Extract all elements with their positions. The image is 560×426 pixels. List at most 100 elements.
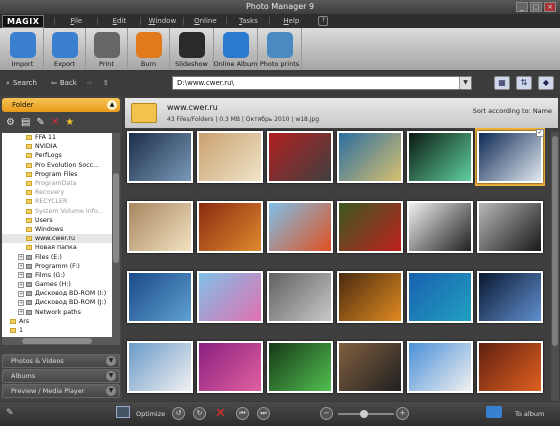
expand-icon[interactable]: ▼ [106, 356, 116, 366]
scroll-thumb[interactable] [22, 338, 92, 344]
favorite-star-icon[interactable]: ★ [65, 117, 74, 128]
new-folder-icon[interactable]: ▤ [21, 117, 30, 128]
tree-item[interactable]: FFA 11 [2, 133, 112, 142]
photo-thumbnail[interactable] [267, 201, 333, 253]
forward-button[interactable]: ⇨ [87, 79, 93, 87]
search-button[interactable]: ⌕ Search [6, 79, 37, 88]
tree-item[interactable]: 1 [2, 326, 112, 335]
tree-item[interactable]: + Дисковод BD-ROM (J:) [2, 298, 112, 307]
tree-item[interactable]: Users [2, 216, 112, 225]
view-mode-icon[interactable]: ▦ [494, 76, 510, 90]
scroll-thumb[interactable] [113, 173, 119, 263]
photo-thumbnail[interactable] [197, 201, 263, 253]
rotate-right-icon[interactable]: ↻ [193, 407, 206, 420]
menu-item-help[interactable]: Help [269, 17, 312, 25]
zoom-out-icon[interactable]: − [320, 407, 333, 420]
thumbnail-cell[interactable] [195, 128, 265, 186]
thumbnail-cell[interactable] [195, 268, 265, 326]
photo-thumbnail[interactable] [127, 271, 193, 323]
photo-thumbnail[interactable] [337, 341, 403, 393]
sort-label[interactable]: Sort according to: Name [473, 107, 552, 115]
zoom-slider[interactable] [338, 410, 394, 418]
tree-item[interactable]: System Volume Info... [2, 207, 112, 216]
tree-item[interactable]: www.cwer.ru [2, 234, 112, 244]
thumbnail-cell[interactable] [265, 338, 335, 396]
tree-item[interactable]: Windows [2, 225, 112, 234]
thumbnail-cell[interactable] [195, 338, 265, 396]
zoom-in-icon[interactable]: + [396, 407, 409, 420]
menu-item-online[interactable]: Online [183, 17, 226, 25]
path-dropdown-icon[interactable]: ▼ [459, 77, 471, 89]
photo-thumbnail[interactable] [197, 341, 263, 393]
delete-icon[interactable]: ✕ [51, 117, 59, 128]
settings-icon[interactable]: ⚙ [6, 117, 15, 128]
edit-icon[interactable]: ✎ [36, 117, 44, 128]
thumbnail-cell[interactable] [405, 268, 475, 326]
tree-item[interactable]: Program Files [2, 170, 112, 179]
menu-item-file[interactable]: File [54, 17, 97, 25]
photo-thumbnail[interactable] [127, 341, 193, 393]
photo-thumbnail[interactable] [337, 131, 403, 183]
photo-thumbnail[interactable] [267, 341, 333, 393]
select-checkbox[interactable]: ✓ [536, 129, 544, 137]
photo-thumbnail[interactable] [127, 201, 193, 253]
thumbnail-cell[interactable] [475, 198, 545, 256]
tree-item[interactable]: + Дисковод BD-ROM (I:) [2, 289, 112, 298]
photo-thumbnail[interactable] [477, 341, 543, 393]
thumbnail-cell[interactable] [265, 198, 335, 256]
expand-icon[interactable]: + [18, 299, 24, 306]
tree-item[interactable]: Ars [2, 317, 112, 326]
rotate-left-icon[interactable]: ↺ [172, 407, 185, 420]
expand-icon[interactable]: + [18, 254, 24, 261]
tree-item[interactable]: + Files (E:) [2, 252, 112, 261]
print-button[interactable]: Print [86, 28, 128, 70]
to-album-label[interactable]: To album [515, 410, 544, 418]
album-icon[interactable] [486, 406, 502, 418]
thumbnail-cell[interactable] [335, 338, 405, 396]
zoom-slider-handle[interactable] [360, 410, 368, 418]
tree-item[interactable]: Новая папка [2, 243, 112, 252]
info-icon[interactable]: ✎ [6, 408, 14, 418]
thumbnail-cell[interactable] [195, 198, 265, 256]
expand-icon[interactable]: + [18, 281, 24, 288]
menu-item-window[interactable]: Window [140, 17, 183, 25]
photo-thumbnail[interactable] [477, 201, 543, 253]
photo-thumbnail[interactable] [337, 201, 403, 253]
minimize-button[interactable]: _ [516, 2, 528, 12]
tree-item[interactable]: + Games (H:) [2, 280, 112, 289]
photo-thumbnail[interactable] [267, 271, 333, 323]
grid-scrollbar[interactable] [551, 132, 559, 401]
photo-prints-button[interactable]: Photo prints [258, 28, 302, 70]
path-field[interactable]: D:\www.cwer.ru\ ▼ [172, 76, 472, 90]
next-icon[interactable]: ⏭ [257, 407, 270, 420]
expand-icon[interactable]: + [18, 290, 24, 297]
slideshow-button[interactable]: Slideshow [170, 28, 214, 70]
previous-icon[interactable]: ⏮ [236, 407, 249, 420]
optimize-label[interactable]: Optimize [136, 410, 165, 418]
expand-icon[interactable]: + [18, 272, 24, 279]
optimize-icon[interactable] [116, 406, 130, 418]
expand-icon[interactable]: ▼ [106, 386, 116, 396]
expand-icon[interactable]: ▼ [106, 371, 116, 381]
thumbnail-cell[interactable] [335, 128, 405, 186]
up-folder-button[interactable]: ⇧ [103, 79, 109, 87]
photo-thumbnail[interactable] [407, 271, 473, 323]
burn-button[interactable]: Burn [128, 28, 170, 70]
expand-icon[interactable]: + [18, 309, 24, 316]
tree-vertical-scrollbar[interactable] [112, 133, 120, 337]
maximize-button[interactable]: □ [530, 2, 542, 12]
thumbnail-cell[interactable] [475, 338, 545, 396]
tree-item[interactable]: PerfLogs [2, 151, 112, 160]
photo-thumbnail[interactable] [407, 131, 473, 183]
tree-item[interactable]: NVIDIA [2, 142, 112, 151]
thumbnail-cell[interactable] [265, 128, 335, 186]
export-button[interactable]: Export [44, 28, 86, 70]
tree-horizontal-scrollbar[interactable] [2, 337, 120, 345]
thumbnail-cell[interactable] [335, 268, 405, 326]
online-icon[interactable]: ◆ [538, 76, 554, 90]
photo-thumbnail[interactable] [127, 131, 193, 183]
accordion-preview-media-player[interactable]: Preview / Media Player ▼ [2, 384, 120, 398]
tree-item[interactable]: RECYCLER [2, 197, 112, 206]
menu-item-edit[interactable]: Edit [97, 17, 140, 25]
import-button[interactable]: Import [2, 28, 44, 70]
